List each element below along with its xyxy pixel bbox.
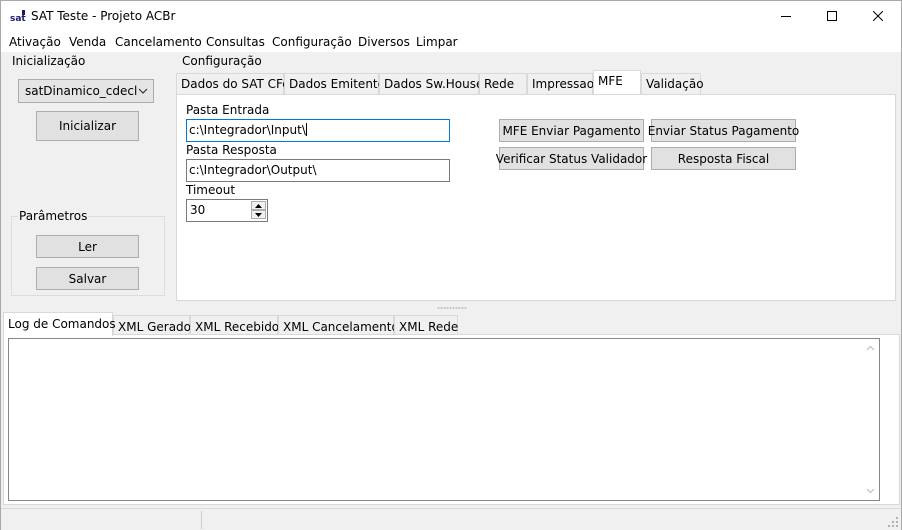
sat-model-value: satDinamico_cdecl	[25, 84, 138, 98]
grip-dots-icon	[437, 307, 467, 309]
parametros-label: Parâmetros	[18, 209, 89, 223]
title-bar[interactable]: sat SAT Teste - Projeto ACBr	[1, 1, 901, 31]
timeout-spinner[interactable]: 30	[186, 199, 268, 222]
response-folder-field[interactable]: c:\Integrador\Output\	[186, 159, 450, 182]
tab-xml-cancelamento[interactable]: XML Cancelamento	[278, 315, 399, 336]
status-bar	[1, 508, 901, 530]
response-folder-value: c:\Integrador\Output\	[189, 163, 317, 177]
tab-validacao[interactable]: Validação	[641, 73, 704, 94]
menu-venda[interactable]: Venda	[69, 35, 106, 49]
menu-limpar[interactable]: Limpar	[416, 35, 458, 49]
resize-grip-icon[interactable]	[887, 516, 899, 528]
tab-dados-swhouse[interactable]: Dados Sw.House	[379, 73, 483, 94]
tab-xml-recebido[interactable]: XML Recebido	[190, 315, 279, 336]
timeout-label: Timeout	[186, 183, 236, 197]
menu-cancelamento[interactable]: Cancelamento	[115, 35, 202, 49]
inicializacao-label: Inicialização	[11, 54, 87, 68]
scroll-up-icon[interactable]	[866, 345, 875, 351]
arrow-up-icon	[255, 203, 262, 208]
status-separator	[201, 511, 202, 529]
spin-up-button[interactable]	[251, 201, 266, 210]
response-folder-label: Pasta Resposta	[186, 143, 277, 157]
tab-xml-rede[interactable]: XML Rede	[394, 315, 458, 336]
splitter-handle[interactable]	[1, 303, 901, 313]
tab-xml-gerado[interactable]: XML Gerado	[113, 315, 191, 336]
text-caret	[305, 123, 307, 136]
input-folder-label: Pasta Entrada	[186, 103, 270, 117]
log-textarea[interactable]	[8, 338, 880, 501]
minimize-button[interactable]	[763, 1, 809, 31]
tab-dados-emitente[interactable]: Dados Emitente	[284, 73, 385, 94]
salvar-button[interactable]: Salvar	[36, 267, 139, 290]
tab-impressao[interactable]: Impressao	[527, 73, 594, 94]
log-tab-panel	[3, 334, 900, 505]
timeout-value: 30	[190, 203, 206, 217]
sat-app-icon: sat	[10, 10, 26, 23]
menu-bar: Ativação Venda Cancelamento Consultas Co…	[1, 31, 901, 52]
tab-log-comandos[interactable]: Log de Comandos	[3, 312, 116, 336]
window-title: SAT Teste - Projeto ACBr	[31, 9, 176, 23]
menu-configuracao[interactable]: Configuração	[272, 35, 352, 49]
verificar-status-validador-button[interactable]: Verificar Status Validador	[496, 147, 647, 170]
svg-text:sat: sat	[10, 14, 26, 23]
arrow-down-icon	[255, 212, 262, 217]
input-folder-field[interactable]: c:\Integrador\Input\	[186, 119, 450, 142]
input-folder-value: c:\Integrador\Input\	[189, 123, 306, 137]
vertical-scrollbar[interactable]	[862, 339, 879, 500]
close-icon	[873, 11, 883, 21]
menu-consultas[interactable]: Consultas	[206, 35, 265, 49]
chevron-down-icon	[138, 88, 148, 94]
maximize-icon	[827, 11, 837, 21]
menu-ativacao[interactable]: Ativação	[9, 35, 61, 49]
configuracao-label: Configuração	[181, 54, 263, 68]
enviar-status-pagamento-button[interactable]: Enviar Status Pagamento	[648, 119, 799, 142]
close-button[interactable]	[855, 1, 901, 31]
tab-mfe[interactable]: MFE	[593, 70, 641, 94]
mfe-enviar-pagamento-button[interactable]: MFE Enviar Pagamento	[499, 119, 644, 142]
spin-down-button[interactable]	[251, 210, 266, 219]
ler-button[interactable]: Ler	[36, 235, 139, 258]
tab-dados-sat-cfe[interactable]: Dados do SAT CFe	[176, 73, 290, 94]
minimize-icon	[781, 16, 791, 17]
sat-model-select[interactable]: satDinamico_cdecl	[18, 79, 154, 103]
tab-rede[interactable]: Rede	[479, 73, 527, 94]
main-window: sat SAT Teste - Projeto ACBr Ativação Ve…	[0, 0, 902, 530]
menu-diversos[interactable]: Diversos	[358, 35, 410, 49]
scroll-down-icon[interactable]	[866, 488, 875, 494]
inicializar-button[interactable]: Inicializar	[36, 111, 139, 141]
resposta-fiscal-button[interactable]: Resposta Fiscal	[651, 147, 796, 170]
maximize-button[interactable]	[809, 1, 855, 31]
